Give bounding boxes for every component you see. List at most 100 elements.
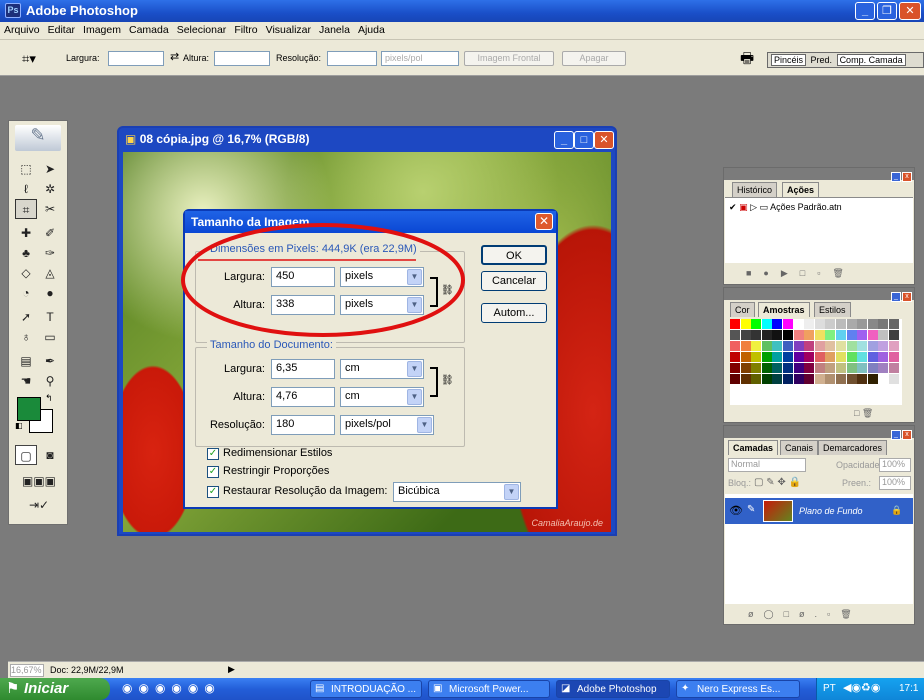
color-swatch[interactable] — [783, 341, 793, 351]
color-swatch[interactable] — [772, 352, 783, 362]
color-swatch[interactable] — [814, 374, 825, 384]
color-swatch[interactable] — [857, 374, 868, 384]
tray-icons[interactable]: ◀◉♻◉ — [843, 681, 881, 694]
color-swatch[interactable] — [793, 330, 804, 340]
color-swatch[interactable] — [867, 363, 878, 373]
doc-width-input[interactable]: 6,35 — [271, 359, 335, 379]
doc-height-unit-select[interactable]: cm ▼ — [340, 387, 424, 407]
scale-styles-checkbox[interactable]: ✓ — [207, 448, 219, 460]
dialog-toggle-icon[interactable]: ▣ — [739, 202, 748, 212]
color-swatch[interactable] — [740, 319, 751, 329]
status-menu-arrow-icon[interactable]: ▶ — [228, 664, 235, 675]
color-swatch[interactable] — [867, 352, 878, 362]
color-swatch[interactable] — [814, 330, 825, 340]
expand-triangle-icon[interactable]: ▷ — [750, 202, 757, 212]
color-swatch[interactable] — [751, 330, 762, 340]
panel-close-icon[interactable]: x — [902, 172, 912, 182]
color-swatch[interactable] — [836, 363, 846, 373]
panel-minimize-icon[interactable]: _ — [891, 172, 901, 182]
color-swatch[interactable] — [825, 352, 836, 362]
menu-visualizar[interactable]: Visualizar — [262, 22, 315, 38]
paint-bucket-tool-icon[interactable]: ◬ — [39, 263, 61, 283]
color-swatch[interactable] — [783, 352, 793, 362]
brush-link-icon[interactable]: ✎ — [747, 504, 755, 515]
brush-tool-icon[interactable]: ✐ — [39, 223, 61, 243]
tab-styles[interactable]: Estilos — [814, 302, 851, 317]
color-swatch[interactable] — [761, 319, 772, 329]
quick-mask-mode-icon[interactable]: ◙ — [39, 445, 61, 465]
check-icon[interactable]: ✔ — [729, 202, 737, 212]
color-swatch[interactable] — [878, 330, 889, 340]
pixel-width-input[interactable]: 450 — [271, 267, 335, 287]
actions-toolbar[interactable]: ■●▶□▫🗑 — [746, 268, 856, 279]
tab-paths[interactable]: Demarcadores — [818, 440, 888, 455]
color-swatch[interactable] — [857, 330, 868, 340]
magic-wand-tool-icon[interactable]: ✲ — [39, 179, 61, 199]
color-swatch[interactable] — [793, 363, 804, 373]
color-swatch[interactable] — [857, 341, 868, 351]
menu-camada[interactable]: Camada — [125, 22, 173, 38]
taskbar-item-introducao[interactable]: ▤ INTRODUAÇÃO ... — [310, 680, 422, 698]
color-swatch[interactable] — [878, 319, 889, 329]
color-swatch[interactable] — [740, 341, 751, 351]
tab-history[interactable]: Histórico — [732, 182, 778, 197]
pixel-height-unit-select[interactable]: pixels ▼ — [340, 295, 424, 315]
color-swatch[interactable] — [730, 352, 740, 362]
tab-actions[interactable]: Ações — [782, 182, 820, 197]
color-swatch[interactable] — [857, 319, 868, 329]
color-swatch[interactable] — [814, 341, 825, 351]
color-swatch[interactable] — [772, 319, 783, 329]
color-swatch[interactable] — [836, 374, 846, 384]
color-swatch[interactable] — [793, 374, 804, 384]
color-swatch[interactable] — [825, 319, 836, 329]
color-swatch[interactable] — [878, 374, 889, 384]
panel-close-icon[interactable]: x — [902, 292, 912, 302]
lasso-tool-icon[interactable]: ℓ — [15, 179, 37, 199]
resolution-unit-select[interactable]: pixels/pol — [381, 51, 459, 66]
color-swatch[interactable] — [804, 363, 815, 373]
color-swatch[interactable] — [740, 363, 751, 373]
menu-selecionar[interactable]: Selecionar — [173, 22, 231, 38]
color-swatch[interactable] — [783, 330, 793, 340]
clone-stamp-tool-icon[interactable]: ♣ — [15, 243, 37, 263]
panel-close-icon[interactable]: x — [902, 430, 912, 440]
color-swatch[interactable] — [783, 363, 793, 373]
notes-tool-icon[interactable]: ▤ — [15, 351, 37, 371]
color-swatch[interactable] — [804, 374, 815, 384]
close-button[interactable]: ✕ — [899, 2, 921, 20]
eyedropper-tool-icon[interactable]: ✒ — [39, 351, 61, 371]
resolution-field[interactable] — [327, 51, 377, 66]
fill-input[interactable]: 100% — [879, 476, 911, 490]
start-button[interactable]: ⚑ Iniciar — [0, 678, 110, 700]
healing-brush-tool-icon[interactable]: ✚ — [15, 223, 37, 243]
action-set-row[interactable]: ✔ ▣ ▷ ▭ Ações Padrão.atn — [729, 202, 842, 213]
swap-colors-icon[interactable]: ↰ — [45, 393, 53, 404]
type-tool-icon[interactable]: T — [39, 307, 61, 327]
taskbar-item-photoshop[interactable]: ◪ Adobe Photoshop — [556, 680, 670, 698]
color-swatch[interactable] — [814, 352, 825, 362]
color-swatch[interactable] — [740, 374, 751, 384]
ok-button[interactable]: OK — [481, 245, 547, 265]
shape-tool-icon[interactable]: ▭ — [39, 327, 61, 347]
quick-launch-icons[interactable]: ◉◉◉◉◉◉ — [122, 681, 221, 695]
color-swatch[interactable] — [772, 363, 783, 373]
color-swatch[interactable] — [730, 341, 740, 351]
hand-tool-icon[interactable]: ☚ — [15, 371, 37, 391]
menu-ajuda[interactable]: Ajuda — [354, 22, 389, 38]
color-swatch[interactable] — [740, 352, 751, 362]
minimize-button[interactable]: _ — [855, 2, 875, 20]
color-swatch[interactable] — [804, 352, 815, 362]
resolution-input[interactable]: 180 — [271, 415, 335, 435]
crop-tool-button-icon[interactable]: ⌗ — [15, 199, 37, 219]
color-swatch[interactable] — [761, 363, 772, 373]
clear-button[interactable]: Apagar — [562, 51, 626, 66]
zoom-tool-icon[interactable]: ⚲ — [39, 371, 61, 391]
color-swatch[interactable] — [867, 341, 878, 351]
palette-well-icon[interactable]: 🖶 — [740, 48, 754, 73]
slice-tool-icon[interactable]: ✂ — [39, 199, 61, 219]
color-swatch[interactable] — [751, 352, 762, 362]
color-swatch[interactable] — [825, 341, 836, 351]
color-swatch[interactable] — [793, 352, 804, 362]
color-swatch[interactable] — [730, 319, 740, 329]
layer-row[interactable]: 👁 ✎ Plano de Fundo 🔒 — [725, 498, 913, 524]
